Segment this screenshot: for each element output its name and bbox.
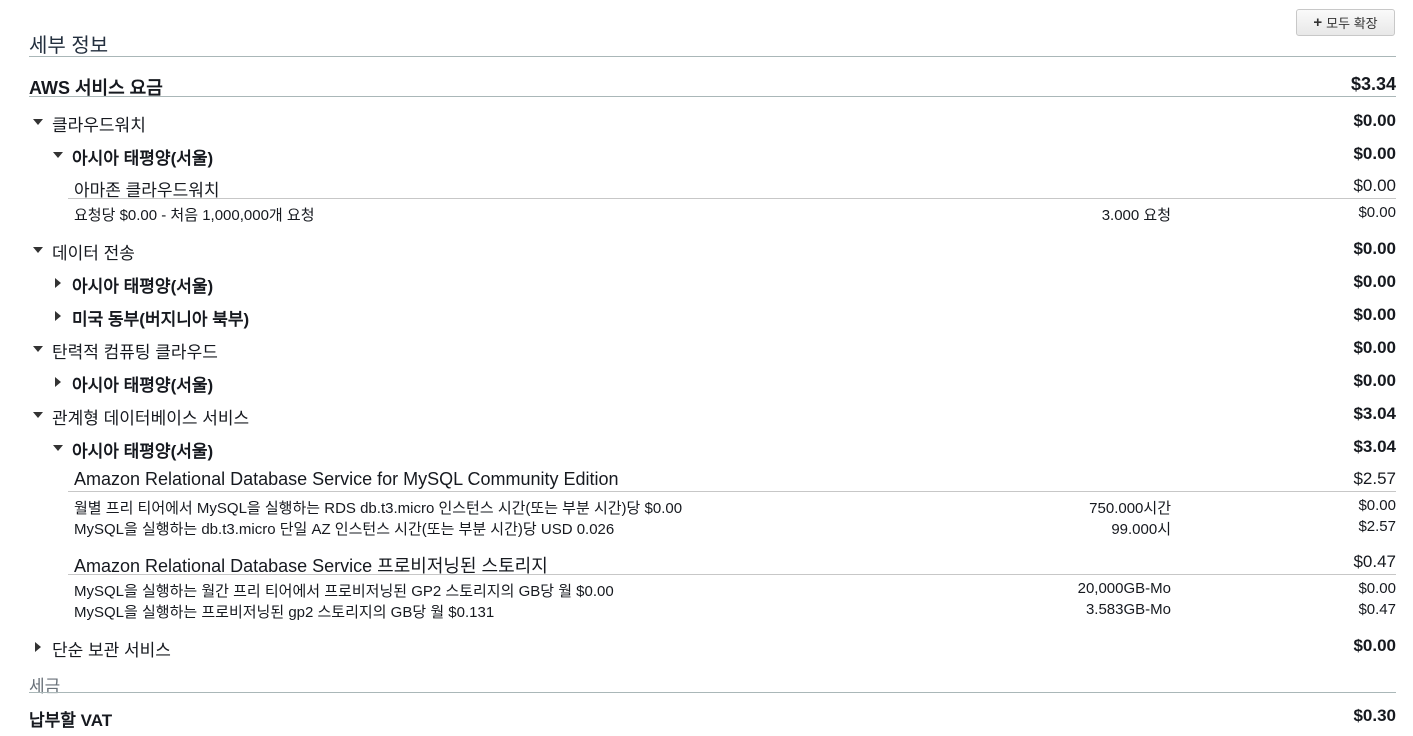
usage-desc: MySQL을 실행하는 프로비저닝된 gp2 스토리지의 GB당 월 $0.13… (74, 604, 495, 621)
product-amount: $0.00 (1353, 176, 1396, 195)
usage-amount: $0.00 (1358, 497, 1396, 514)
caret-down-icon[interactable] (33, 346, 43, 352)
service-label[interactable]: 데이터 전송 (52, 239, 135, 264)
usage-amount: $0.00 (1358, 204, 1396, 221)
caret-down-icon[interactable] (53, 152, 63, 158)
divider (68, 198, 1396, 199)
divider (68, 574, 1396, 575)
product-amount: $0.47 (1353, 552, 1396, 571)
caret-right-icon[interactable] (35, 642, 41, 652)
service-amount: $0.00 (1353, 239, 1396, 258)
expand-all-button[interactable]: + 모두 확장 (1296, 9, 1395, 36)
region-label[interactable]: 아시아 태평양(서울) (72, 437, 213, 462)
aws-services-amount: $3.34 (1350, 74, 1396, 94)
divider (29, 692, 1396, 693)
caret-down-icon[interactable] (33, 412, 43, 418)
region-amount: $0.00 (1353, 371, 1396, 390)
region-label[interactable]: 미국 동부(버지니아 북부) (72, 305, 249, 330)
usage-qty: 3.583GB-Mo (1085, 601, 1171, 618)
usage-amount: $2.57 (1358, 518, 1396, 535)
divider (68, 491, 1396, 492)
region-label[interactable]: 아시아 태평양(서울) (72, 272, 213, 297)
region-amount: $3.04 (1353, 437, 1396, 456)
usage-qty: 3.000 요청 (1101, 207, 1171, 224)
service-label[interactable]: 단순 보관 서비스 (52, 636, 171, 661)
usage-amount: $0.47 (1358, 601, 1396, 618)
usage-qty: 20,000GB-Mo (1077, 580, 1171, 597)
service-amount: $3.04 (1353, 404, 1396, 423)
expand-all-label: 모두 확장 (1326, 16, 1378, 31)
product-amount: $2.57 (1353, 469, 1396, 488)
vat-label: 납부할 VAT (29, 711, 113, 730)
caret-down-icon[interactable] (33, 247, 43, 253)
caret-right-icon[interactable] (55, 278, 61, 288)
divider (29, 96, 1396, 97)
vat-amount: $0.30 (1353, 706, 1396, 725)
usage-amount: $0.00 (1358, 580, 1396, 597)
usage-qty: 750.000시간 (1089, 500, 1171, 517)
service-label[interactable]: 탄력적 컴퓨팅 클라우드 (52, 338, 218, 363)
region-label[interactable]: 아시아 태평양(서울) (72, 144, 213, 169)
service-amount: $0.00 (1353, 111, 1396, 130)
tax-section-title: 세금 (29, 677, 61, 696)
usage-qty: 99.000시 (1111, 521, 1171, 538)
region-label[interactable]: 아시아 태평양(서울) (72, 371, 213, 396)
caret-right-icon[interactable] (55, 311, 61, 321)
caret-down-icon[interactable] (33, 119, 43, 125)
service-amount: $0.00 (1353, 338, 1396, 357)
region-amount: $0.00 (1353, 144, 1396, 163)
usage-desc: MySQL을 실행하는 월간 프리 티어에서 프로비저닝된 GP2 스토리지의 … (74, 583, 614, 600)
region-amount: $0.00 (1353, 272, 1396, 291)
usage-desc: 요청당 $0.00 - 처음 1,000,000개 요청 (74, 207, 315, 224)
page-title: 세부 정보 (29, 35, 109, 57)
divider (29, 56, 1396, 57)
usage-desc: 월별 프리 티어에서 MySQL을 실행하는 RDS db.t3.micro 인… (74, 500, 683, 517)
service-amount: $0.00 (1353, 636, 1396, 655)
plus-icon: + (1313, 14, 1323, 31)
caret-right-icon[interactable] (55, 377, 61, 387)
usage-desc: MySQL을 실행하는 db.t3.micro 단일 AZ 인스턴스 시간(또는… (74, 521, 615, 538)
service-label[interactable]: 클라우드워치 (52, 111, 146, 136)
caret-down-icon[interactable] (53, 445, 63, 451)
region-amount: $0.00 (1353, 305, 1396, 324)
service-label[interactable]: 관계형 데이터베이스 서비스 (52, 404, 249, 429)
product-label: Amazon Relational Database Service for M… (74, 469, 619, 489)
